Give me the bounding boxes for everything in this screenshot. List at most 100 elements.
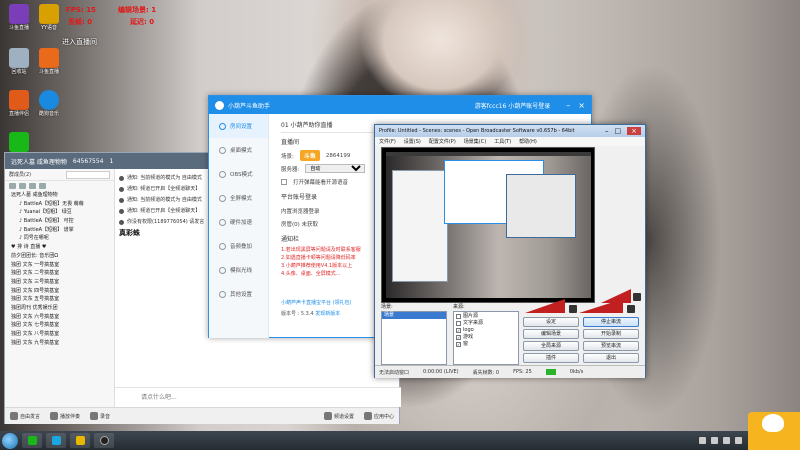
room-item[interactable]: ♪ 同号在哪呢	[5, 234, 114, 243]
room-item[interactable]: 独团 文东 三号搞基室	[5, 278, 114, 287]
stop-stream-button[interactable]: 停止串流	[583, 317, 639, 327]
room-item[interactable]: 独团 文东 二号搞基室	[5, 269, 114, 278]
settings-button[interactable]: 设定	[523, 317, 579, 327]
desktop-icon-yy[interactable]: YY语音	[34, 4, 64, 31]
source-item[interactable]: 文字来源	[454, 320, 518, 327]
room-item[interactable]: 独团 文东 五号搞基室	[5, 295, 114, 304]
tray-icon[interactable]	[699, 437, 706, 444]
record-button[interactable]: 录音	[90, 412, 110, 420]
volume-icon[interactable]	[735, 437, 742, 444]
taskbar-app-browser[interactable]	[46, 433, 66, 448]
assistant-user[interactable]: 游客fccc16 小葫芦账号登录	[475, 101, 551, 110]
room-item[interactable]: 独团 文东 一号搞基室	[5, 261, 114, 270]
free-mic-button[interactable]: 自由发言	[10, 412, 40, 420]
tool-icon-1[interactable]	[9, 183, 16, 189]
menu-tools[interactable]: 工具(T)	[494, 138, 511, 145]
room-item[interactable]: 独团 文东 八号搞基室	[5, 330, 114, 339]
close-icon[interactable]: ×	[578, 101, 585, 110]
server-select[interactable]: 自动	[305, 164, 366, 173]
aux-speaker-icon[interactable]	[627, 305, 635, 313]
channel-settings-button[interactable]: 频道设置	[323, 412, 354, 420]
aux-volume-meter[interactable]	[579, 299, 623, 313]
source-item[interactable]: 图片源	[454, 313, 518, 320]
menu-settings[interactable]: 设置(S)	[404, 138, 421, 145]
tray-icon[interactable]	[711, 437, 718, 444]
desktop-icon-kugou[interactable]: 酷狗音乐	[34, 90, 64, 117]
global-sources-button[interactable]: 全局来源	[523, 341, 579, 351]
menu-profile[interactable]: 配置文件(P)	[429, 138, 456, 145]
room-item[interactable]: 独团周刊 优秀娱乐团	[5, 304, 114, 313]
tool-icon-3[interactable]	[29, 183, 36, 189]
scenes-list[interactable]: 场景	[381, 311, 447, 365]
room-item[interactable]: ♪ Yuanai【短粗】 绿豆	[5, 208, 114, 217]
obs-preview[interactable]	[381, 147, 595, 303]
obs-statusbar: 无法启动窗口 0:00:00 (LIVE) 丢失帧数: 0 FPS: 25 0k…	[375, 365, 645, 378]
room-item[interactable]: ♪ BattleA【短粗】 谱掌	[5, 226, 114, 235]
nav-simulate-light[interactable]: 模拟光线	[209, 258, 268, 282]
source-checkbox[interactable]	[456, 342, 461, 347]
desktop-icon-live-companion[interactable]: 直播伴侣	[4, 90, 34, 117]
room-item[interactable]: 独团 文东 七号搞基室	[5, 321, 114, 330]
mic-speaker-icon[interactable]	[633, 293, 641, 301]
room-search-input[interactable]	[66, 170, 110, 179]
preview-stream-button[interactable]: 预览串流	[583, 341, 639, 351]
close-icon[interactable]: ×	[627, 127, 641, 135]
tool-icon-2[interactable]	[19, 183, 26, 189]
notice-icon	[119, 220, 124, 225]
source-checkbox[interactable]	[456, 314, 461, 319]
room-item[interactable]: 前夕团团长: 音乐团Ω	[5, 252, 114, 261]
source-checkbox[interactable]	[456, 328, 461, 333]
taskbar-app-explorer[interactable]	[22, 433, 42, 448]
tool-icon-4[interactable]	[39, 183, 46, 189]
start-button[interactable]	[2, 432, 18, 449]
nav-obs-mode[interactable]: OBS模式	[209, 162, 268, 186]
minimize-icon[interactable]: –	[605, 127, 609, 135]
room-item[interactable]: ♥ 排 诗 直播 ♥	[5, 243, 114, 252]
overlay-enter-room[interactable]: 进入直播间	[62, 38, 97, 47]
chat-input[interactable]	[115, 388, 401, 407]
app-center-button[interactable]: 应用中心	[363, 412, 394, 420]
room-item[interactable]: 远死人墓 咸鱼理物物	[5, 191, 114, 200]
desktop-icon-douyu-live[interactable]: 斗鱼直播	[34, 48, 64, 75]
menu-help[interactable]: 帮助(H)	[519, 138, 537, 145]
source-item[interactable]: 窗	[454, 341, 518, 348]
source-checkbox[interactable]	[456, 335, 461, 340]
taskbar-app-obs[interactable]	[94, 433, 114, 448]
room-item[interactable]: 独团 文东 四号搞基室	[5, 287, 114, 296]
nav-fullscreen-mode[interactable]: 全屏模式	[209, 186, 268, 210]
danmu-checkbox[interactable]	[281, 178, 287, 185]
douyu-live-icon	[39, 48, 59, 68]
room-item[interactable]: 独团 文东 九号搞基室	[5, 339, 114, 348]
scene-item[interactable]: 场景	[382, 312, 446, 319]
source-item[interactable]: 游戏	[454, 334, 518, 341]
taskbar-app-yy[interactable]	[70, 433, 90, 448]
obs-icon	[99, 436, 109, 445]
nav-audio-overlay[interactable]: 音频叠加	[209, 234, 268, 258]
exit-button[interactable]: 退出	[583, 353, 639, 363]
room-item[interactable]: 独团 文东 六号搞基室	[5, 313, 114, 322]
plugins-button[interactable]: 插件	[523, 353, 579, 363]
menu-scene-collection[interactable]: 场景集(C)	[464, 138, 486, 145]
source-checkbox[interactable]	[456, 321, 461, 326]
network-icon[interactable]	[723, 437, 730, 444]
maximize-icon[interactable]: □	[615, 127, 622, 135]
desktop-icon-recycle-bin[interactable]: 回收站	[4, 48, 34, 75]
nav-desktop-mode[interactable]: 桌面模式	[209, 138, 268, 162]
nav-room-settings[interactable]: 房间设置	[209, 114, 268, 138]
desktop-speaker-icon[interactable]	[569, 305, 577, 313]
room-item[interactable]: ♪ BattleA【短粗】 可控	[5, 217, 114, 226]
start-recording-button[interactable]: 开始录制	[583, 329, 639, 339]
desktop-volume-meter[interactable]	[525, 299, 565, 313]
edit-scene-button[interactable]: 编辑场景	[523, 329, 579, 339]
menu-file[interactable]: 文件(F)	[379, 138, 396, 145]
new-version-link[interactable]: 发现新版本	[315, 311, 340, 317]
room-item[interactable]: ♪ BattleA【短粗】无畏 萌萌	[5, 200, 114, 209]
desktop-icon-iqiyi[interactable]	[4, 132, 34, 153]
play-music-button[interactable]: 播放伴奏	[50, 412, 80, 420]
source-item[interactable]: logo	[454, 327, 518, 334]
promo-link[interactable]: 小葫芦声卡直播宝平台 (领礼包)	[281, 300, 352, 306]
nav-hardware-accel[interactable]: 硬件加速	[209, 210, 268, 234]
desktop-icon-douyu[interactable]: 斗鱼直播	[4, 4, 34, 31]
minimize-icon[interactable]: –	[566, 101, 570, 110]
nav-other-settings[interactable]: 其他设置	[209, 282, 268, 306]
